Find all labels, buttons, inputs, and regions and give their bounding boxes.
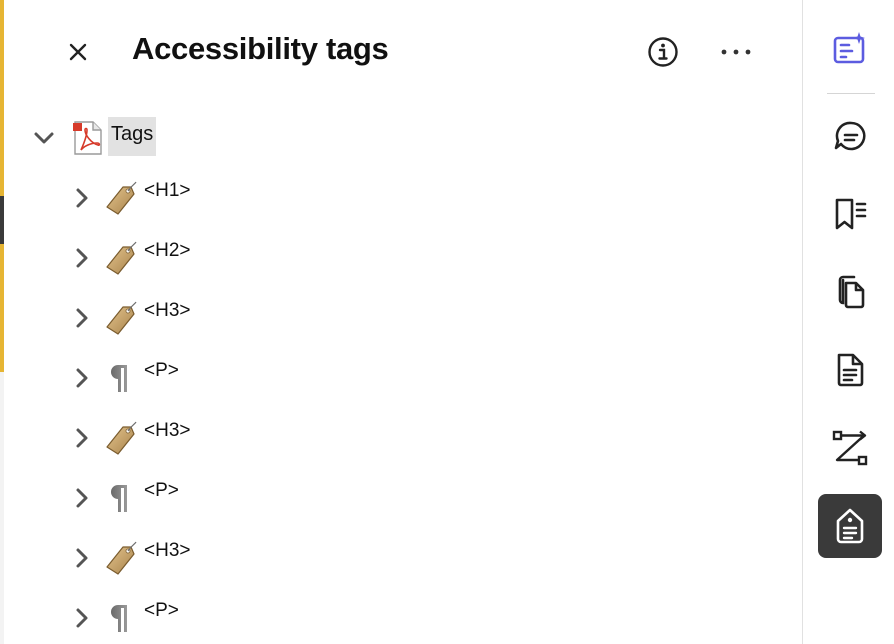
chevron-right-icon[interactable]	[70, 306, 94, 330]
close-icon	[69, 43, 87, 61]
panel-title: Accessibility tags	[132, 31, 389, 66]
tree-item-label[interactable]: <H2>	[144, 240, 190, 262]
paragraph-icon	[102, 360, 138, 396]
tree-item-label[interactable]: <H3>	[144, 420, 190, 442]
bookmarks-button[interactable]	[818, 182, 882, 246]
more-icon	[721, 49, 751, 55]
reading-order-icon	[832, 430, 868, 466]
tree-item-label[interactable]: <P>	[144, 480, 179, 502]
info-button[interactable]	[646, 35, 680, 69]
tree-item[interactable]: <H3>	[70, 532, 190, 584]
pages-button[interactable]	[818, 260, 882, 324]
tree-item-label[interactable]: <H1>	[144, 180, 190, 202]
tree-item-label[interactable]: <H3>	[144, 300, 190, 322]
rail-separator	[827, 93, 875, 94]
chevron-right-icon[interactable]	[70, 546, 94, 570]
tree-item[interactable]: <H2>	[70, 232, 190, 284]
info-icon	[648, 37, 678, 67]
chevron-right-icon[interactable]	[70, 246, 94, 270]
reading-order-button[interactable]	[818, 416, 882, 480]
tag-icon	[102, 540, 138, 576]
tree-item-label[interactable]: <P>	[144, 360, 179, 382]
chevron-right-icon[interactable]	[70, 366, 94, 390]
document-icon	[837, 353, 864, 387]
right-tool-rail	[803, 0, 894, 644]
ai-assistant-icon	[833, 32, 865, 64]
tree-root-label[interactable]: Tags	[108, 116, 157, 156]
chevron-right-icon[interactable]	[70, 426, 94, 450]
chevron-right-icon[interactable]	[70, 486, 94, 510]
chevron-right-icon[interactable]	[70, 606, 94, 630]
tree-item-label[interactable]: <P>	[144, 600, 179, 622]
tree-item[interactable]: <H3>	[70, 292, 190, 344]
comments-icon	[834, 121, 866, 151]
accessibility-tags-panel: Accessibility tags Tags <H1> <H2> <H3> <P> <…	[4, 0, 802, 644]
tag-icon	[102, 240, 138, 276]
tree-item[interactable]: <P>	[70, 592, 179, 644]
tree-item[interactable]: <H3>	[70, 412, 190, 464]
tree-item-label[interactable]: <H3>	[144, 540, 190, 562]
paragraph-icon	[102, 480, 138, 516]
tree-root-row[interactable]: Tags	[32, 112, 157, 164]
bookmarks-icon	[835, 198, 867, 230]
document-button[interactable]	[818, 338, 882, 402]
accessibility-tags-button[interactable]	[818, 494, 882, 558]
more-options-button[interactable]	[718, 35, 754, 69]
pages-icon	[838, 275, 865, 309]
tag-icon	[102, 300, 138, 336]
tree-item[interactable]: <P>	[70, 472, 179, 524]
tree-item[interactable]: <P>	[70, 352, 179, 404]
tree-item[interactable]: <H1>	[70, 172, 190, 224]
accessibility-tags-icon	[836, 508, 864, 544]
paragraph-icon	[102, 600, 138, 636]
tag-icon	[102, 180, 138, 216]
comments-button[interactable]	[818, 104, 882, 168]
chevron-right-icon[interactable]	[70, 186, 94, 210]
pdf-file-icon	[70, 120, 106, 156]
chevron-down-icon[interactable]	[32, 126, 56, 150]
close-button[interactable]	[62, 36, 94, 68]
ai-assistant-button[interactable]	[818, 16, 882, 80]
tag-icon	[102, 420, 138, 456]
